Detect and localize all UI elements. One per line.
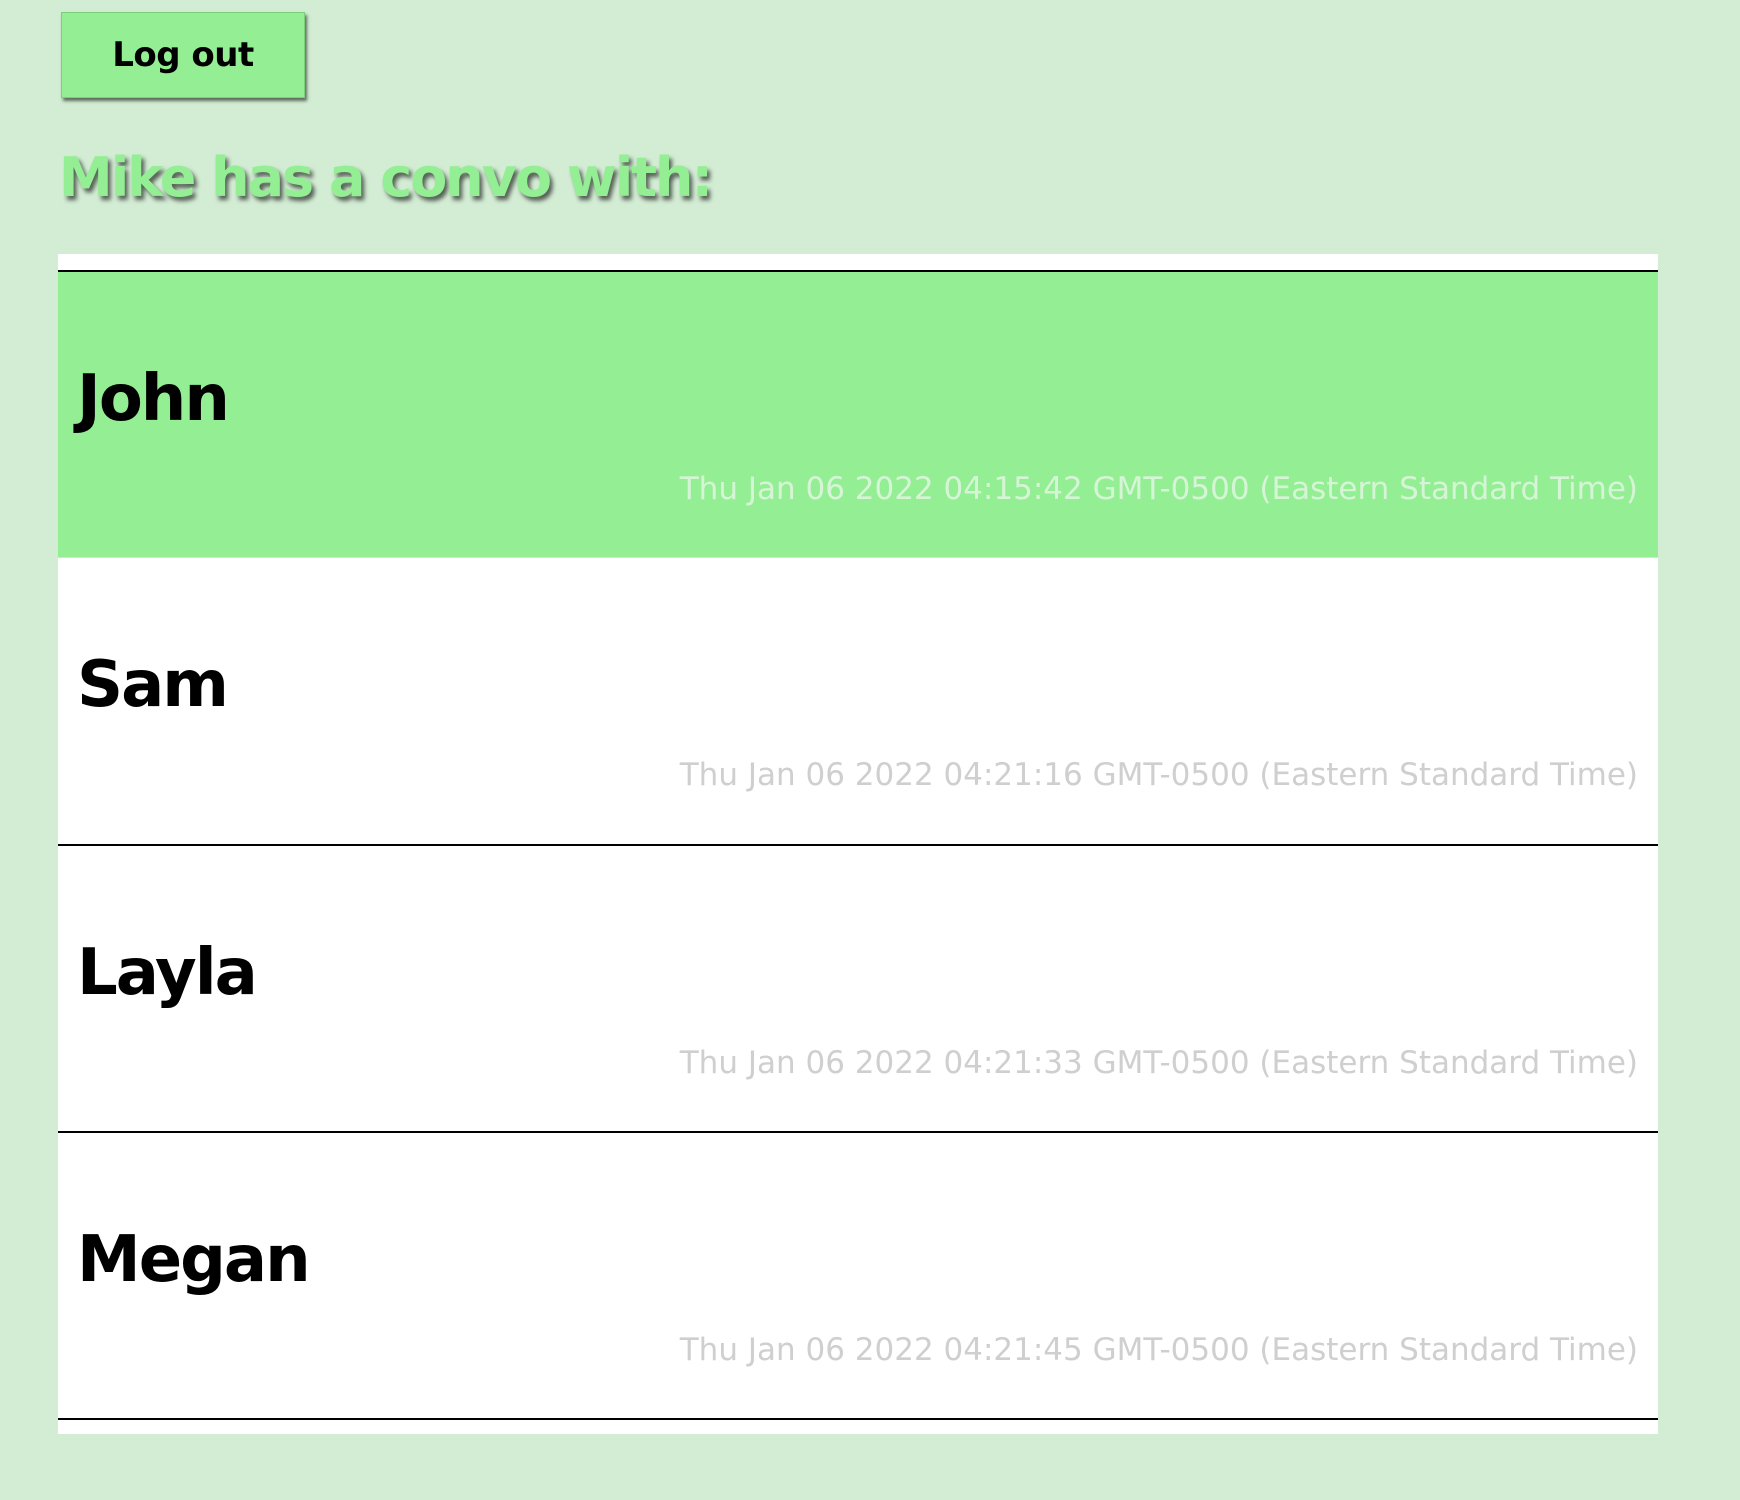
conversation-timestamp: Thu Jan 06 2022 04:21:45 GMT-0500 (Easte… [679,1332,1638,1368]
conversation-timestamp: Thu Jan 06 2022 04:21:16 GMT-0500 (Easte… [679,757,1638,793]
conversation-list: John Thu Jan 06 2022 04:15:42 GMT-0500 (… [58,254,1658,1434]
conversation-item-john[interactable]: John Thu Jan 06 2022 04:15:42 GMT-0500 (… [58,270,1658,557]
conversation-name: Sam [77,648,229,722]
conversation-item-layla[interactable]: Layla Thu Jan 06 2022 04:21:33 GMT-0500 … [58,844,1658,1131]
conversation-timestamp: Thu Jan 06 2022 04:15:42 GMT-0500 (Easte… [679,471,1638,507]
conversation-name: Megan [77,1223,311,1297]
conversation-name: Layla [77,936,258,1010]
logout-button[interactable]: Log out [61,12,305,98]
list-divider [58,1418,1658,1420]
page-title: Mike has a convo with: [59,146,713,209]
conversation-item-megan[interactable]: Megan Thu Jan 06 2022 04:21:45 GMT-0500 … [58,1131,1658,1418]
conversation-name: John [77,362,230,436]
conversation-item-sam[interactable]: Sam Thu Jan 06 2022 04:21:16 GMT-0500 (E… [58,557,1658,844]
conversation-timestamp: Thu Jan 06 2022 04:21:33 GMT-0500 (Easte… [679,1045,1638,1081]
